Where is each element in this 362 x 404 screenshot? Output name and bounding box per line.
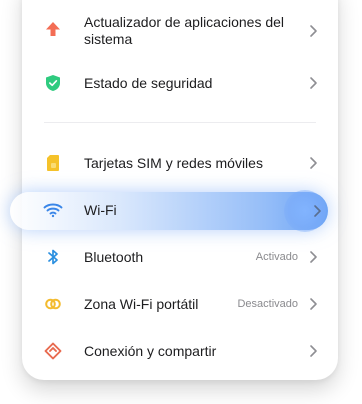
sim-card-icon [44, 154, 62, 172]
chevron-right-icon [314, 205, 321, 217]
arrow-up-icon [44, 20, 62, 38]
bluetooth-icon [44, 248, 62, 266]
settings-item-bluetooth[interactable]: Bluetooth Activado [22, 242, 338, 272]
settings-item-label: Tarjetas SIM y redes móviles [84, 155, 263, 171]
settings-item-sim-cards[interactable]: Tarjetas SIM y redes móviles [22, 148, 338, 178]
bluetooth-status: Activado [255, 251, 298, 263]
settings-item-label: Actualizador de aplicaciones del sistema [84, 14, 285, 47]
chevron-right-icon [310, 77, 317, 89]
settings-item-connection-sharing[interactable]: Conexión y compartir [22, 336, 338, 366]
settings-item-security-status[interactable]: Estado de seguridad [22, 68, 338, 98]
settings-item-label: Wi-Fi [84, 202, 117, 218]
settings-item-label: Estado de seguridad [84, 75, 213, 91]
wifi-icon [43, 202, 63, 220]
settings-item-system-app-updater[interactable]: Actualizador de aplicaciones del sistema [22, 11, 338, 51]
settings-card: Actualizador de aplicaciones del sistema… [22, 0, 338, 380]
hotspot-icon [44, 295, 62, 313]
settings-item-portable-hotspot[interactable]: Zona Wi-Fi portátil Desactivado [22, 289, 338, 319]
chevron-right-icon [310, 157, 317, 169]
settings-item-label: Bluetooth [84, 249, 144, 265]
chevron-right-icon [310, 298, 317, 310]
shield-check-icon [44, 74, 62, 92]
chevron-right-icon [310, 251, 317, 263]
connection-share-icon [44, 342, 62, 360]
settings-item-label: Zona Wi-Fi portátil [84, 296, 199, 312]
settings-item-wifi[interactable]: Wi-Fi [22, 192, 338, 230]
chevron-right-icon [310, 345, 317, 357]
chevron-right-icon [310, 25, 317, 37]
section-divider [44, 122, 316, 123]
hotspot-status: Desactivado [237, 298, 298, 310]
settings-item-label: Conexión y compartir [84, 343, 217, 359]
